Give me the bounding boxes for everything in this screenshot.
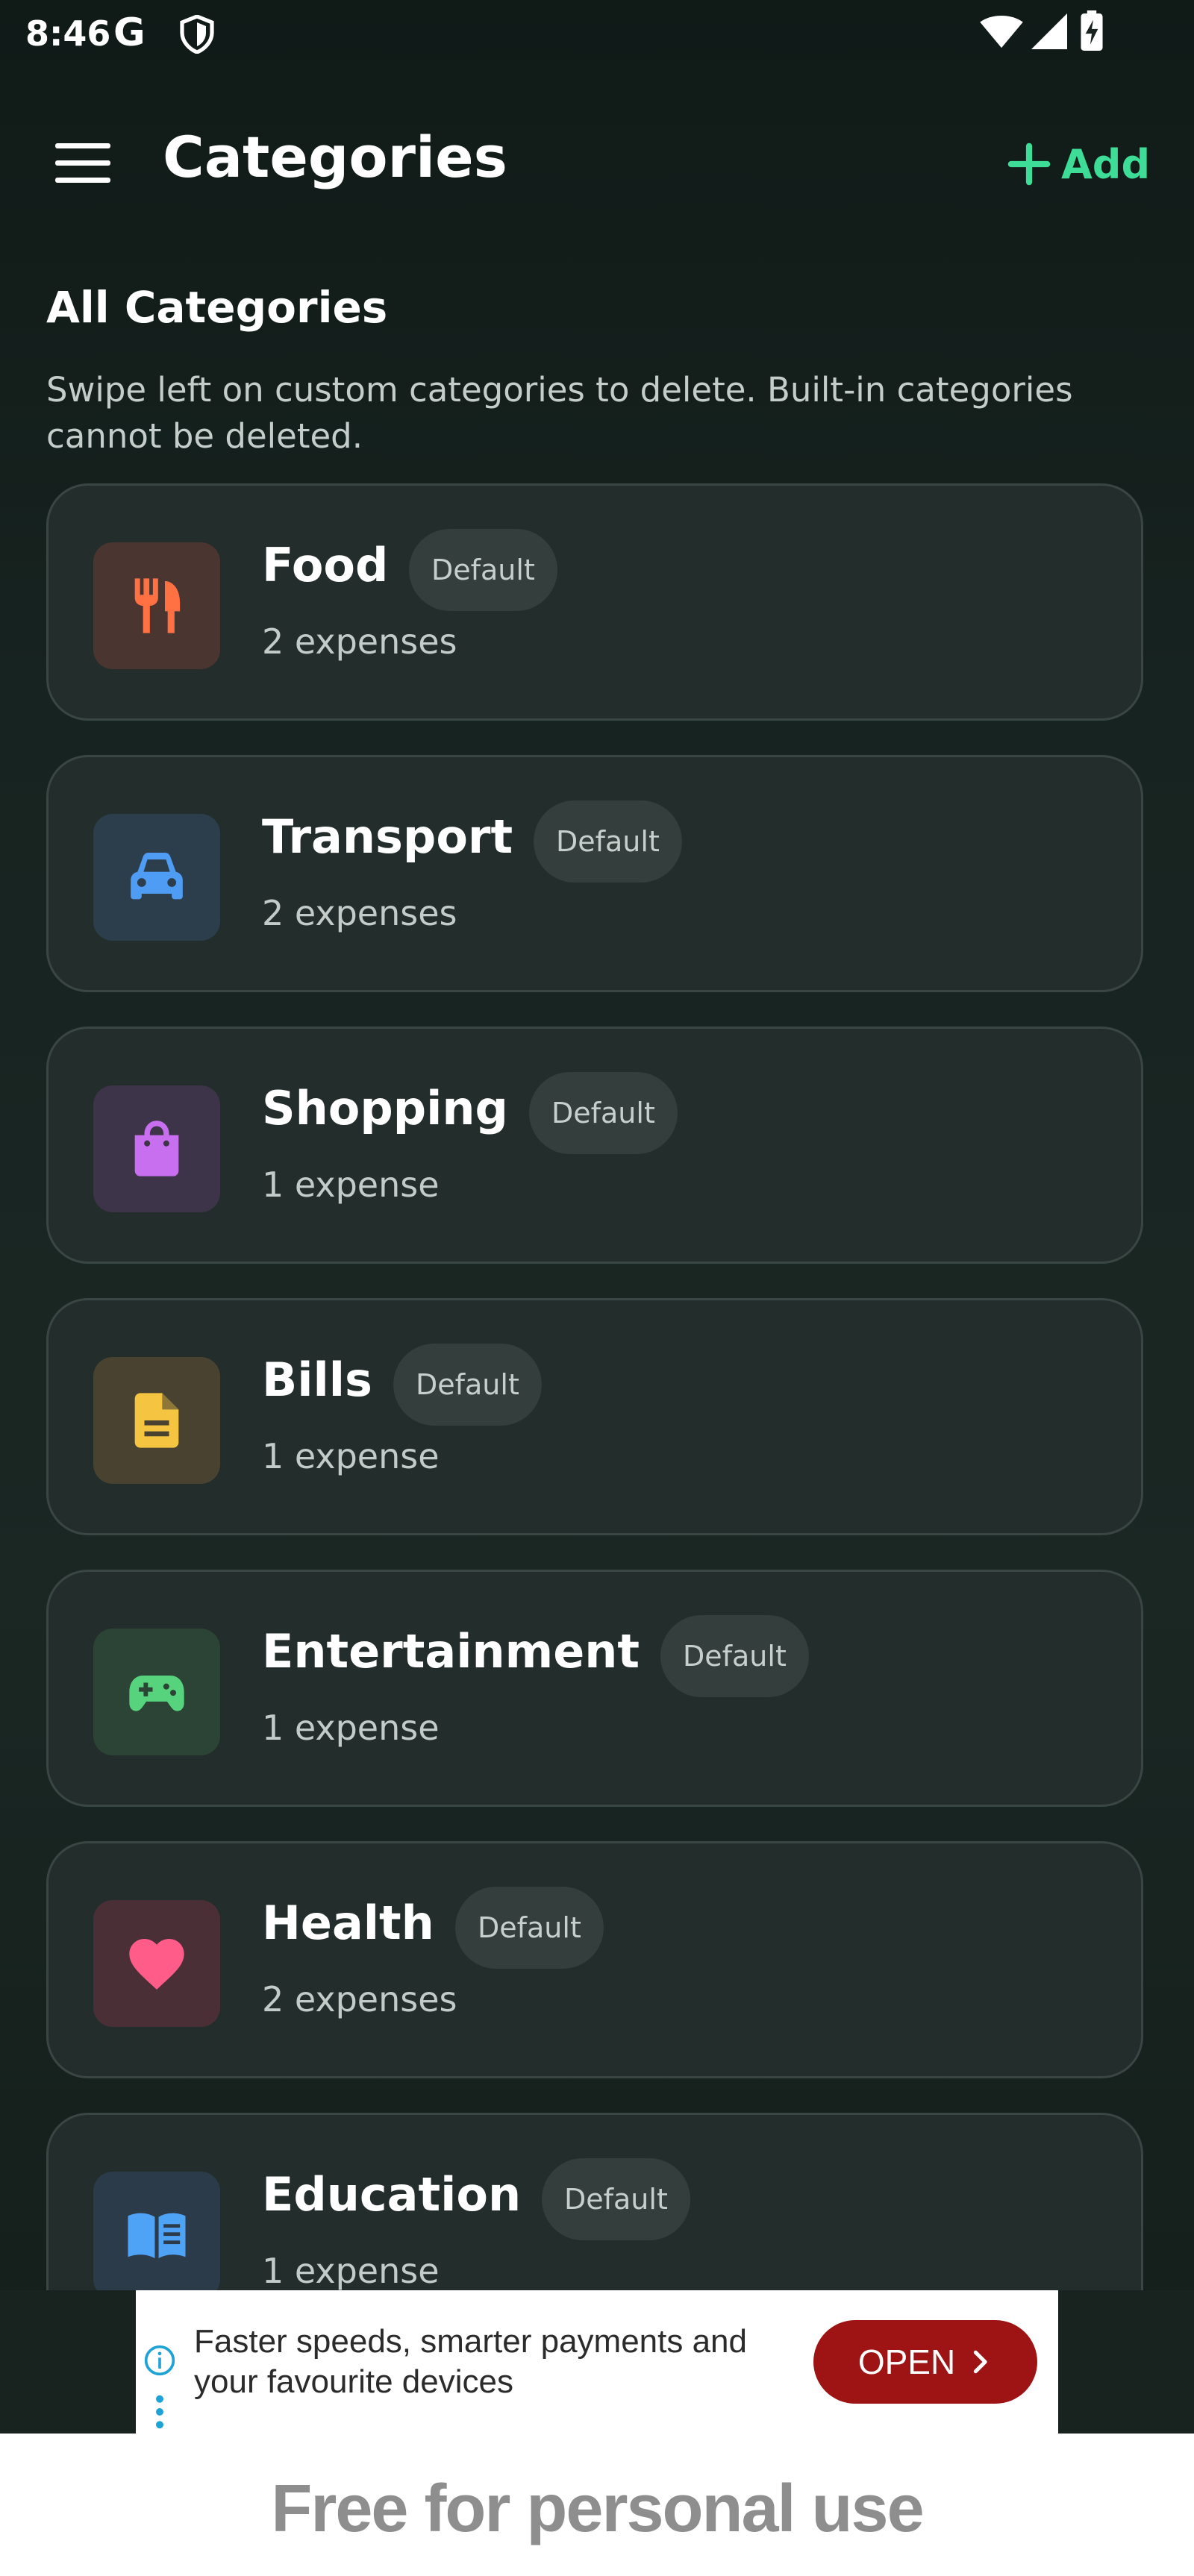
section-title: All Categories	[46, 282, 388, 333]
category-name: Health	[262, 1896, 434, 1950]
add-category-button[interactable]: Add	[1007, 134, 1150, 194]
category-card-health[interactable]: Health Default 2 expenses	[46, 1841, 1143, 2078]
chevron-right-icon	[973, 2350, 987, 2374]
category-icon-tile	[93, 1085, 220, 1212]
heart-icon	[129, 1939, 184, 1990]
shield-icon	[180, 15, 214, 54]
category-card-education[interactable]: Education Default 1 expense	[46, 2113, 1143, 2290]
signal-icon	[1031, 13, 1067, 49]
battery-charging-icon	[1081, 10, 1103, 51]
default-badge: Default	[455, 1887, 604, 1969]
category-card-entertainment[interactable]: Entertainment Default 1 expense	[46, 1570, 1143, 1807]
expense-count: 1 expense	[262, 2251, 440, 2290]
category-icon-tile	[93, 814, 220, 941]
category-name: Entertainment	[262, 1624, 640, 1679]
shopping-bag-icon	[134, 1121, 179, 1176]
default-badge: Default	[409, 529, 557, 611]
watermark: Free for personal use	[271, 2472, 924, 2546]
category-icon-tile	[93, 1629, 220, 1755]
category-list[interactable]: Food Default 2 expenses Transport Defaul…	[0, 477, 1194, 2290]
category-name: Shopping	[262, 1081, 508, 1135]
book-icon	[128, 2213, 186, 2259]
default-badge: Default	[393, 1344, 542, 1426]
add-button-label: Add	[1061, 140, 1151, 188]
ad-text: Faster speeds, smarter payments and your…	[194, 2323, 747, 2400]
expense-count: 2 expenses	[262, 893, 457, 933]
default-badge: Default	[529, 1072, 678, 1154]
category-card-bills[interactable]: Bills Default 1 expense	[46, 1298, 1143, 1535]
section-hint: Swipe left on custom categories to delet…	[46, 370, 1073, 456]
ad-open-label: OPEN	[857, 2342, 956, 2381]
status-bar: 8:46 G	[0, 0, 1194, 67]
default-badge: Default	[534, 800, 682, 883]
category-card-transport[interactable]: Transport Default 2 expenses	[46, 755, 1143, 992]
expense-count: 2 expenses	[262, 1979, 457, 2019]
page-title: Categories	[163, 124, 507, 190]
category-card-food[interactable]: Food Default 2 expenses	[46, 483, 1143, 721]
status-time: 8:46	[25, 13, 111, 54]
fork-knife-icon	[134, 578, 181, 633]
category-icon-tile	[93, 2172, 220, 2290]
category-name: Transport	[262, 809, 513, 864]
wifi-icon	[980, 15, 1023, 48]
more-options-icon[interactable]	[155, 2395, 164, 2429]
menu-icon[interactable]	[55, 143, 110, 184]
ad-open-button[interactable]: OPEN	[813, 2320, 1037, 2404]
category-name: Education	[262, 2167, 522, 2222]
category-name: Bills	[262, 1353, 372, 1407]
plus-icon	[1007, 142, 1051, 186]
gamepad-icon	[129, 1676, 184, 1711]
google-icon: G	[113, 10, 146, 55]
expense-count: 1 expense	[262, 1708, 440, 1748]
car-icon	[131, 853, 183, 900]
default-badge: Default	[542, 2158, 690, 2240]
info-icon[interactable]	[143, 2344, 176, 2377]
category-icon-tile	[93, 542, 220, 669]
category-name: Food	[262, 538, 389, 592]
expense-count: 2 expenses	[262, 621, 457, 662]
expense-count: 1 expense	[262, 1165, 440, 1205]
default-badge: Default	[660, 1615, 809, 1697]
category-card-shopping[interactable]: Shopping Default 1 expense	[46, 1027, 1143, 1264]
ad-banner[interactable]: Faster speeds, smarter payments and your…	[136, 2290, 1058, 2434]
expense-count: 1 expense	[262, 1436, 440, 1476]
category-icon-tile	[93, 1900, 220, 2027]
category-icon-tile	[93, 1357, 220, 1484]
document-icon	[134, 1393, 179, 1448]
